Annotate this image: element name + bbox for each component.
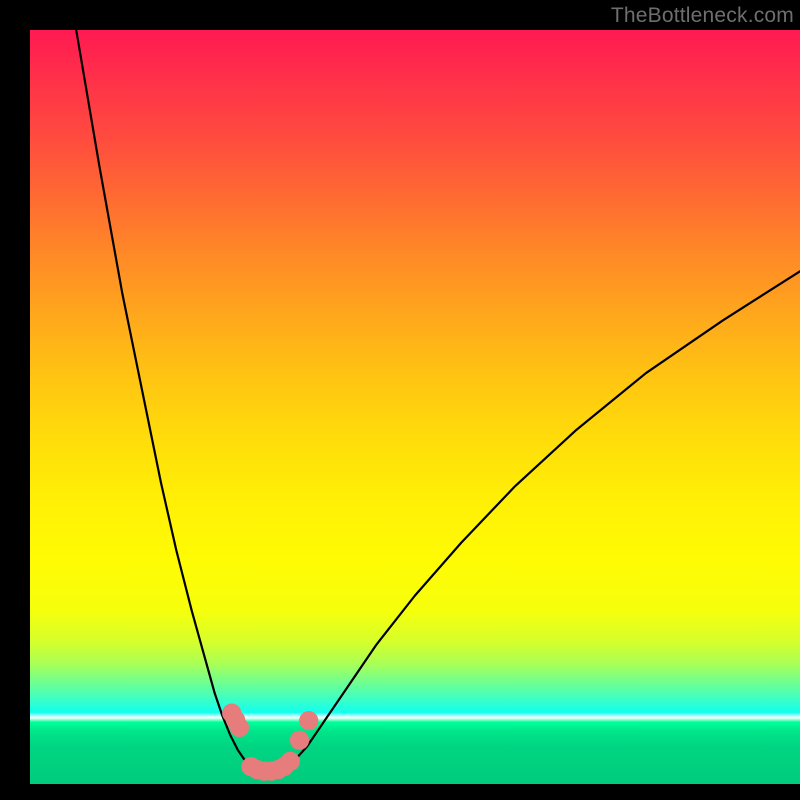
curve-layer bbox=[30, 30, 800, 784]
watermark-text: TheBottleneck.com bbox=[611, 4, 794, 28]
series-right-branch bbox=[296, 271, 800, 759]
data-marker bbox=[281, 752, 300, 771]
series-left-branch bbox=[76, 30, 244, 759]
plot-area bbox=[30, 30, 800, 784]
data-marker bbox=[290, 731, 309, 750]
chart-frame: TheBottleneck.com bbox=[0, 0, 800, 800]
data-marker bbox=[299, 711, 318, 730]
data-marker bbox=[230, 718, 249, 737]
